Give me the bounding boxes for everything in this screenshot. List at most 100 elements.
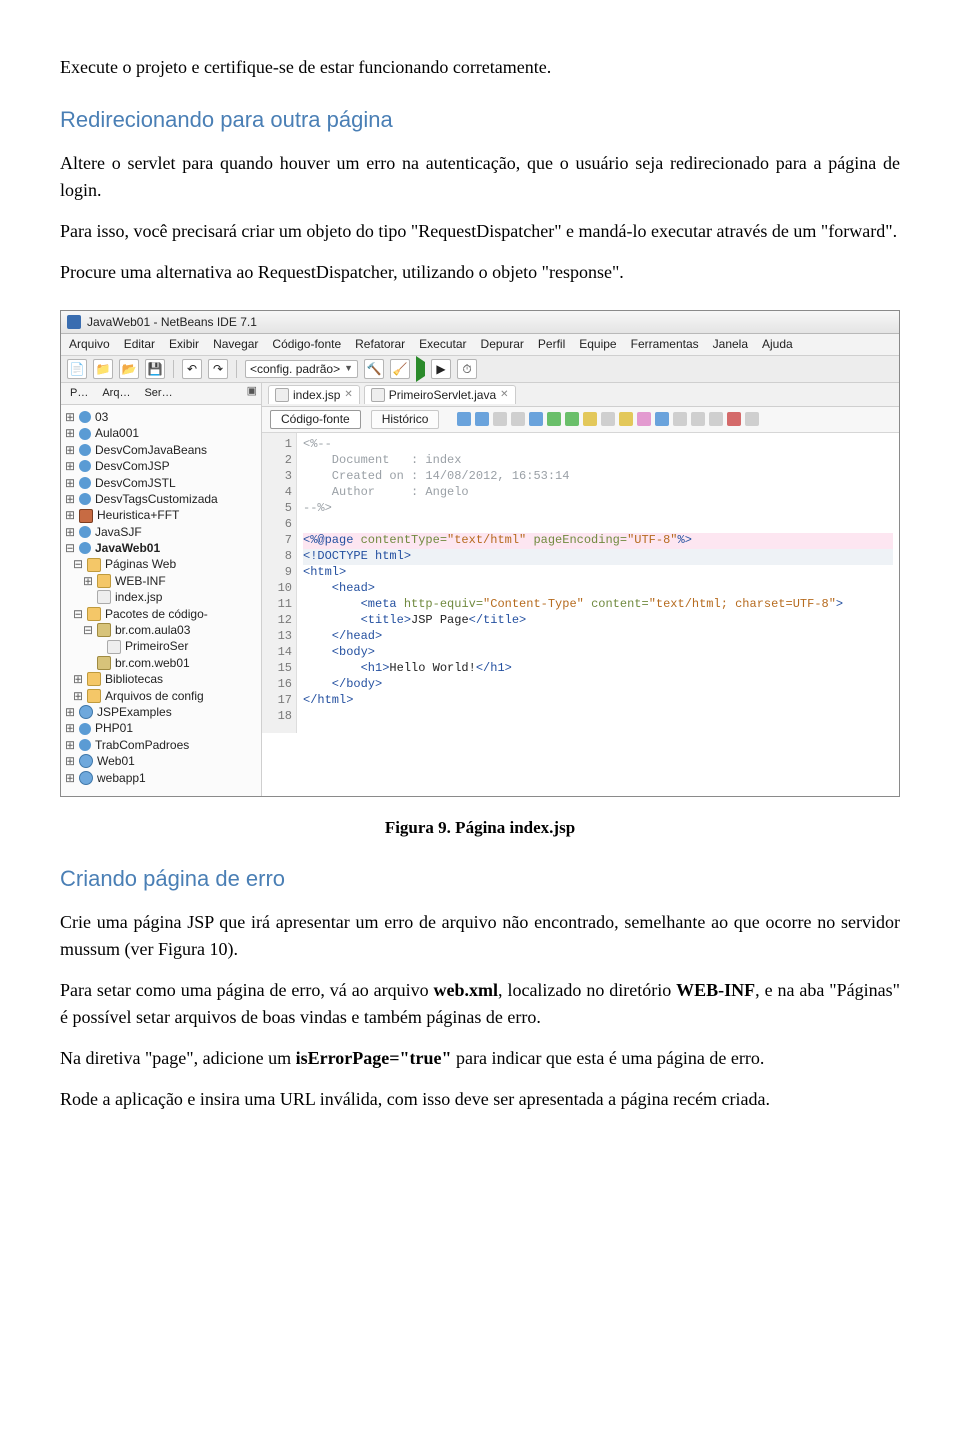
tree-item[interactable]: ⊟JavaWeb01 — [63, 540, 259, 556]
tree-label: Web01 — [97, 754, 135, 768]
find-icon[interactable] — [529, 412, 543, 426]
bookmark-icon[interactable] — [619, 412, 633, 426]
menu-item[interactable]: Ajuda — [762, 337, 793, 351]
tree-item[interactable]: ⊞PHP01 — [63, 720, 259, 736]
menu-item[interactable]: Depurar — [481, 337, 524, 351]
tree-label: 03 — [95, 410, 108, 424]
editor-tabs: index.jsp ✕ PrimeiroServlet.java ✕ — [262, 383, 899, 407]
tree-twisty-icon[interactable]: ⊞ — [65, 508, 75, 522]
tree-item[interactable]: ⊞ 03 — [63, 409, 259, 425]
nav-icon[interactable] — [457, 412, 471, 426]
bookmark-icon[interactable] — [655, 412, 669, 426]
code-editor[interactable]: 1234567 8910111213 1415161718 <%-- Docum… — [262, 433, 899, 733]
redo-icon[interactable]: ↷ — [208, 359, 228, 379]
new-project-icon[interactable]: 📁 — [93, 359, 113, 379]
minimize-icon[interactable]: ▣ — [247, 385, 257, 402]
tree-item[interactable]: ⊞DesvComJavaBeans — [63, 442, 259, 458]
menu-item[interactable]: Editar — [124, 337, 155, 351]
tree-item[interactable]: ⊞webapp1 — [63, 770, 259, 786]
tree-item[interactable]: ⊞DesvComJSTL — [63, 475, 259, 491]
tree-twisty-icon[interactable]: ⊞ — [65, 738, 75, 752]
app-icon — [67, 315, 81, 329]
menu-item[interactable]: Equipe — [579, 337, 616, 351]
run-icon[interactable] — [416, 362, 425, 376]
tree-twisty-icon[interactable]: ⊟ — [73, 557, 83, 571]
save-all-icon[interactable]: 💾 — [145, 359, 165, 379]
tree-item[interactable]: ⊞DesvComJSP — [63, 458, 259, 474]
tree-twisty-icon[interactable]: ⊞ — [65, 443, 75, 457]
open-icon[interactable]: 📂 — [119, 359, 139, 379]
tree-item[interactable]: ⊞Arquivos de config — [63, 688, 259, 704]
profile-icon[interactable]: ⏱ — [457, 359, 477, 379]
config-dropdown[interactable]: <config. padrão> ▼ — [245, 360, 358, 378]
tree-twisty-icon[interactable]: ⊞ — [65, 426, 75, 440]
find-next-icon[interactable] — [565, 412, 579, 426]
tree-item[interactable]: ⊟br.com.aula03 — [63, 622, 259, 638]
nav-icon[interactable] — [493, 412, 507, 426]
tree-item[interactable]: ⊞DesvTagsCustomizada — [63, 491, 259, 507]
tab-files[interactable]: Arq… — [97, 385, 135, 402]
tree-item[interactable]: ⊞JavaSJF — [63, 524, 259, 540]
tree-item[interactable]: index.jsp — [63, 589, 259, 605]
tree-twisty-icon[interactable]: ⊞ — [73, 672, 83, 686]
macro-rec-icon[interactable] — [727, 412, 741, 426]
tree-twisty-icon[interactable]: ⊞ — [65, 492, 75, 506]
undo-icon[interactable]: ↶ — [182, 359, 202, 379]
menu-item[interactable]: Executar — [419, 337, 466, 351]
menu-item[interactable]: Exibir — [169, 337, 199, 351]
highlight-icon[interactable] — [583, 412, 597, 426]
tree-item[interactable]: ⊞JSPExamples — [63, 704, 259, 720]
tree-twisty-icon[interactable]: ⊟ — [73, 607, 83, 621]
tree-item[interactable]: ⊞WEB-INF — [63, 573, 259, 589]
macro-stop-icon[interactable] — [745, 412, 759, 426]
menu-item[interactable]: Refatorar — [355, 337, 405, 351]
tree-item[interactable]: ⊞ Web01 — [63, 753, 259, 769]
menu-item[interactable]: Código-fonte — [272, 337, 341, 351]
tree-item[interactable]: PrimeiroSer — [63, 638, 259, 654]
tree-label: Heuristica+FFT — [97, 508, 179, 522]
tree-twisty-icon[interactable]: ⊞ — [65, 459, 75, 473]
close-icon[interactable]: ✕ — [344, 389, 352, 401]
menu-item[interactable]: Perfil — [538, 337, 565, 351]
window-title: JavaWeb01 - NetBeans IDE 7.1 — [87, 315, 257, 329]
tree-twisty-icon[interactable]: ⊞ — [65, 721, 75, 735]
tree-twisty-icon[interactable]: ⊞ — [83, 574, 93, 588]
menu-item[interactable]: Ferramentas — [631, 337, 699, 351]
tab-projects[interactable]: P… — [65, 385, 93, 402]
bookmark-icon[interactable] — [637, 412, 651, 426]
tab-services[interactable]: Ser… — [139, 385, 177, 402]
debug-icon[interactable]: ▶ — [431, 359, 451, 379]
tab-index-jsp[interactable]: index.jsp ✕ — [268, 385, 360, 404]
menu-item[interactable]: Navegar — [213, 337, 258, 351]
new-file-icon[interactable]: 📄 — [67, 359, 87, 379]
close-icon[interactable]: ✕ — [500, 389, 508, 401]
build-icon[interactable]: 🔨 — [364, 359, 384, 379]
tree-item[interactable]: ⊞Bibliotecas — [63, 671, 259, 687]
tree-twisty-icon[interactable]: ⊞ — [65, 771, 75, 785]
subtab-source[interactable]: Código-fonte — [270, 410, 361, 428]
tree-item[interactable]: ⊞ Heuristica+FFT — [63, 507, 259, 523]
subtab-history[interactable]: Histórico — [371, 410, 440, 428]
menu-item[interactable]: Arquivo — [69, 337, 110, 351]
tree-twisty-icon[interactable]: ⊞ — [73, 689, 83, 703]
tree-twisty-icon[interactable]: ⊟ — [83, 623, 93, 637]
tree-twisty-icon[interactable]: ⊞ — [65, 705, 75, 719]
clean-build-icon[interactable]: 🧹 — [390, 359, 410, 379]
tree-item[interactable]: ⊟Páginas Web — [63, 556, 259, 572]
shift-right-icon[interactable] — [691, 412, 705, 426]
tree-twisty-icon[interactable]: ⊞ — [65, 525, 75, 539]
tree-item[interactable]: ⊟Pacotes de código- — [63, 606, 259, 622]
paragraph: Na diretiva "page", adicione um isErrorP… — [60, 1045, 900, 1072]
tree-item[interactable]: br.com.web01 — [63, 655, 259, 671]
tab-primeiro-servlet[interactable]: PrimeiroServlet.java ✕ — [364, 385, 516, 404]
tree-twisty-icon[interactable]: ⊞ — [65, 410, 75, 424]
nav-icon[interactable] — [475, 412, 489, 426]
tree-twisty-icon[interactable]: ⊞ — [65, 476, 75, 490]
find-prev-icon[interactable] — [547, 412, 561, 426]
tree-twisty-icon[interactable]: ⊟ — [65, 541, 75, 555]
tree-item[interactable]: ⊞Aula001 — [63, 425, 259, 441]
tree-item[interactable]: ⊞TrabComPadroes — [63, 737, 259, 753]
shift-left-icon[interactable] — [673, 412, 687, 426]
menu-item[interactable]: Janela — [713, 337, 748, 351]
tree-twisty-icon[interactable]: ⊞ — [65, 754, 75, 768]
